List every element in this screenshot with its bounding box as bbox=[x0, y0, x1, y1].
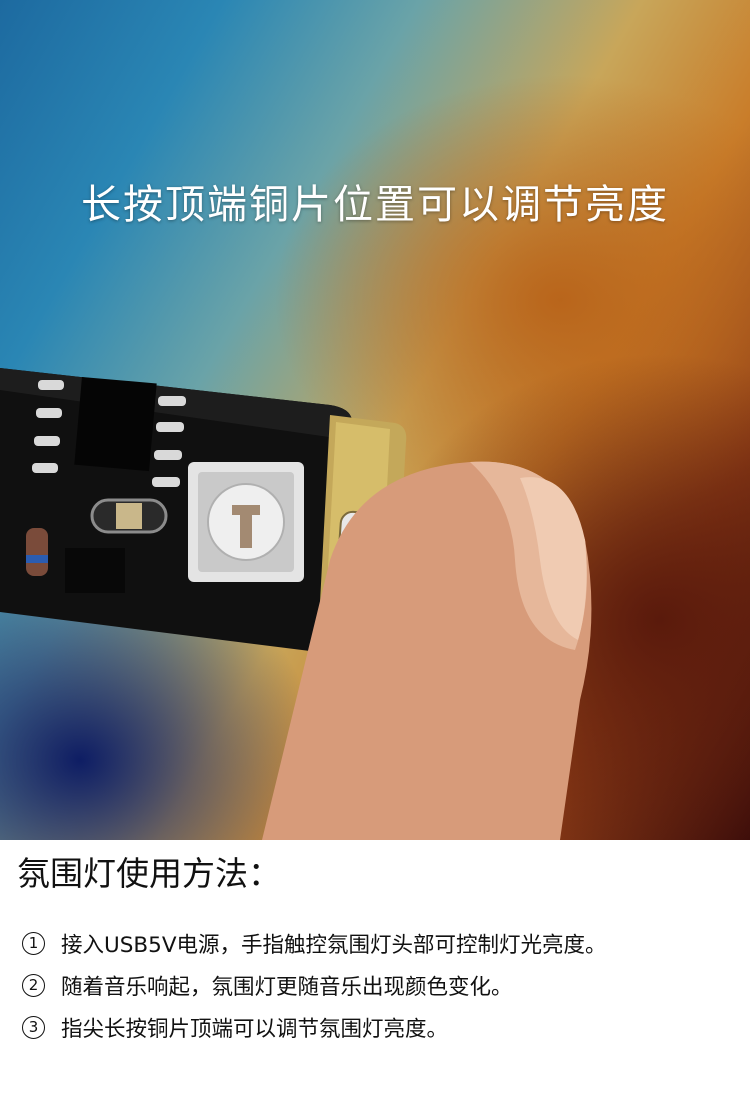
circled-number: 3 bbox=[22, 1015, 45, 1039]
headline: 长按顶端铜片位置可以调节亮度 bbox=[81, 182, 669, 228]
instructions-title: 氛围灯使用方法： bbox=[17, 854, 281, 893]
step-text: 接入USB5V电源，手指触控氛围灯头部可控制灯光亮度。 bbox=[61, 932, 607, 958]
circled-number: 1 bbox=[22, 931, 45, 955]
instruction-step: 2 随着音乐响起，氛围灯更随音乐出现颜色变化。 bbox=[22, 964, 750, 1006]
product-photo: 长按顶端铜片位置可以调节亮度 bbox=[0, 0, 750, 840]
instruction-step: 1 接入USB5V电源，手指触控氛围灯头部可控制灯光亮度。 bbox=[22, 922, 750, 964]
step-text: 指尖长按铜片顶端可以调节氛围灯亮度。 bbox=[61, 1016, 449, 1042]
step-text: 随着音乐响起，氛围灯更随音乐出现颜色变化。 bbox=[61, 974, 513, 1000]
instruction-step: 3 指尖长按铜片顶端可以调节氛围灯亮度。 bbox=[22, 1006, 750, 1048]
circled-number: 2 bbox=[22, 973, 45, 997]
instructions-list: 1 接入USB5V电源，手指触控氛围灯头部可控制灯光亮度。 2 随着音乐响起，氛… bbox=[0, 922, 750, 1048]
circuit-board-illustration bbox=[0, 368, 592, 840]
instructions-section: 氛围灯使用方法： 1 接入USB5V电源，手指触控氛围灯头部可控制灯光亮度。 2… bbox=[0, 840, 750, 1048]
